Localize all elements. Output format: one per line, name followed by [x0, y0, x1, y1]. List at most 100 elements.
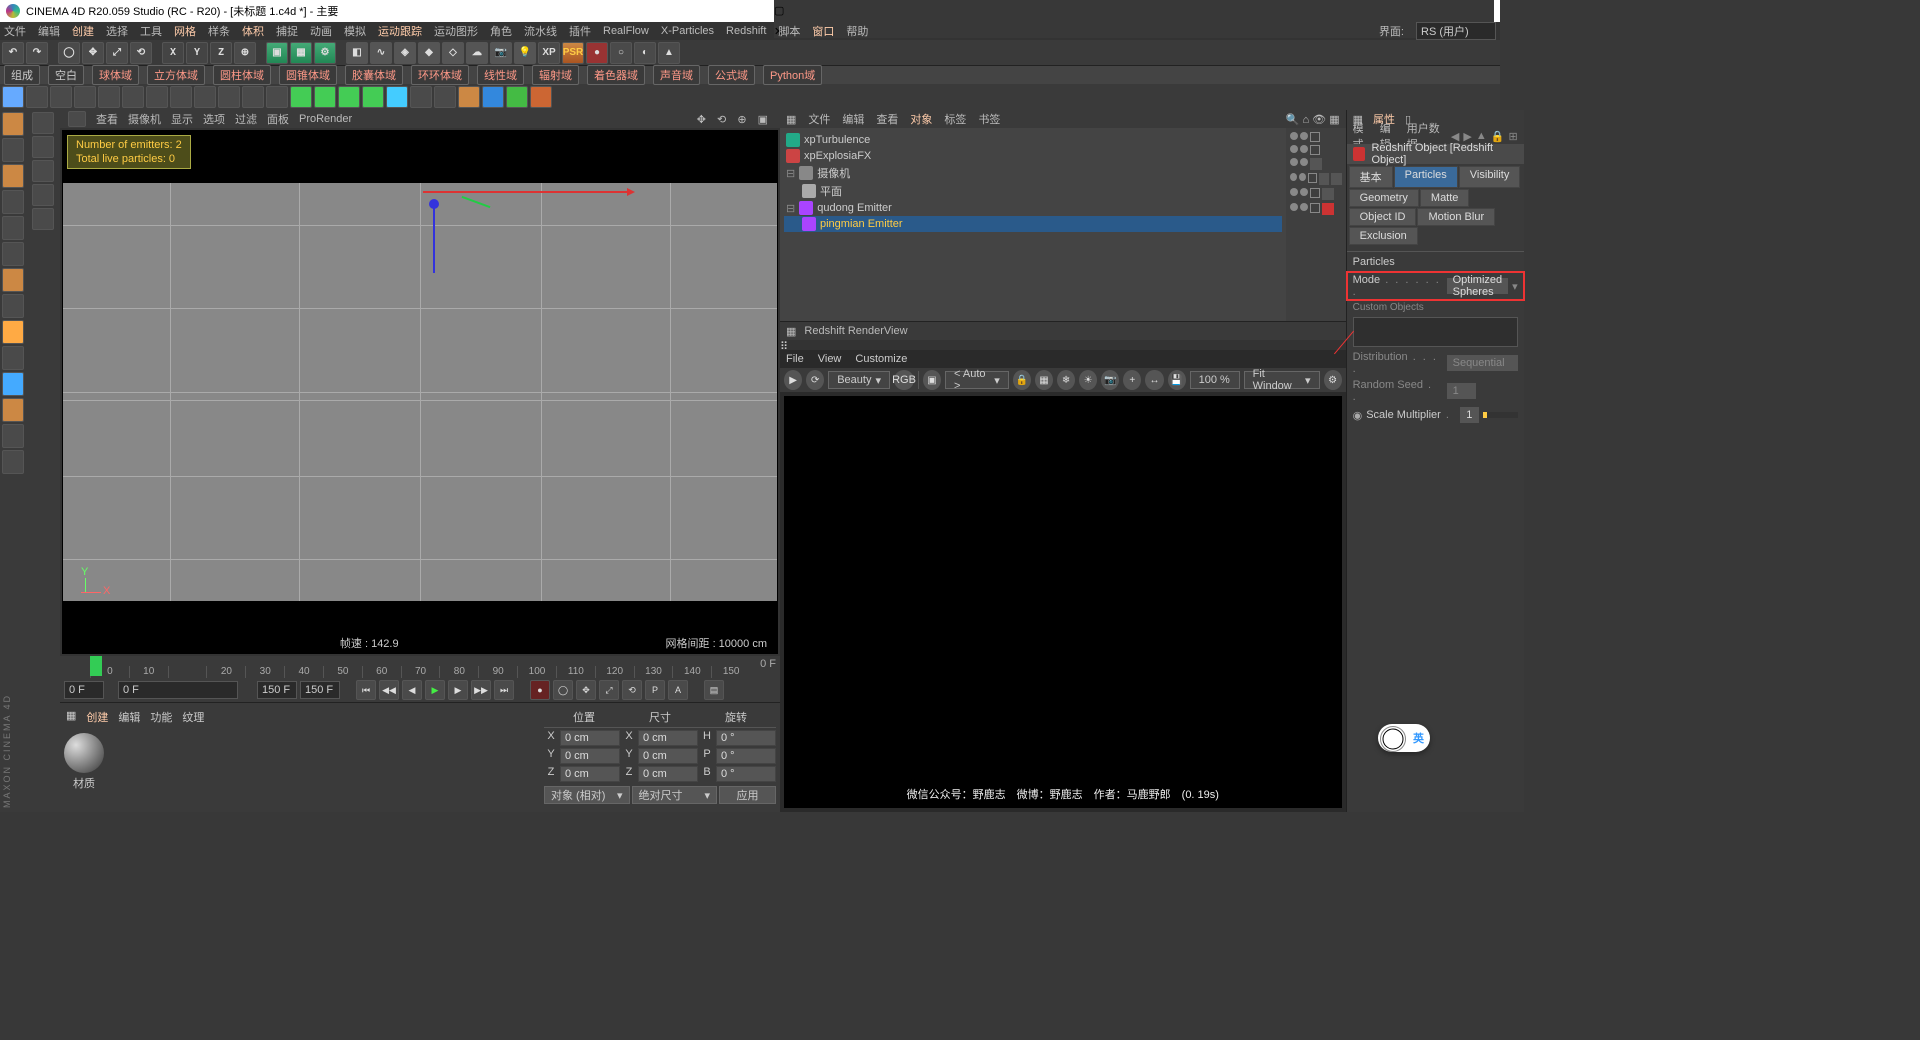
menu-edit[interactable]: 编辑 — [38, 23, 60, 39]
maximize-button[interactable]: ▢ — [774, 4, 1494, 17]
rv-view[interactable]: View — [818, 353, 842, 365]
menu-script[interactable]: 脚本 — [778, 23, 800, 39]
coord-system-icon[interactable]: ⊕ — [234, 42, 256, 64]
rv-customize[interactable]: Customize — [855, 353, 907, 365]
xp-mod7-icon[interactable] — [218, 86, 240, 108]
timeline-open-button[interactable]: ▤ — [704, 680, 724, 700]
menu-motiontrack[interactable]: 运动跟踪 — [378, 23, 422, 39]
xp-mod5-icon[interactable] — [170, 86, 192, 108]
psr-icon[interactable]: PSR — [562, 42, 584, 64]
field-capsule[interactable]: 胶囊体域 — [345, 65, 403, 85]
size-x-field[interactable]: 0 cm — [638, 730, 698, 746]
rv-save-icon[interactable]: 💾 — [1168, 370, 1186, 390]
object-mode-icon[interactable] — [2, 164, 24, 188]
workplane-icon[interactable] — [2, 346, 24, 370]
xp-mod6-icon[interactable] — [194, 86, 216, 108]
poly-mode-icon[interactable] — [2, 242, 24, 266]
deformer-icon[interactable]: ◇ — [442, 42, 464, 64]
xp-cache-icon[interactable] — [530, 86, 552, 108]
field-formula[interactable]: 公式域 — [708, 65, 755, 85]
mat-edit[interactable]: 编辑 — [118, 709, 140, 725]
timeline[interactable]: 010 2030 4050 6070 8090 100110 120130 14… — [60, 656, 780, 678]
rot-h-field[interactable]: 0 ° — [716, 730, 776, 746]
attr-up-icon[interactable]: ▲ — [1476, 130, 1487, 143]
menu-mesh[interactable]: 网格 — [174, 23, 196, 39]
viewport[interactable]: Number of emitters: 2 Total live particl… — [62, 130, 778, 654]
mat-func[interactable]: 功能 — [150, 709, 172, 725]
environment-icon[interactable]: ☁ — [466, 42, 488, 64]
timeline-playhead-icon[interactable] — [90, 656, 102, 676]
sel-extra-icon[interactable] — [32, 208, 54, 230]
tab-geometry[interactable]: Geometry — [1349, 189, 1419, 207]
field-python[interactable]: Python域 — [763, 65, 822, 85]
prev-frame-button[interactable]: ◀ — [402, 680, 422, 700]
xp-gen-icon[interactable] — [50, 86, 72, 108]
mat-create[interactable]: 创建 — [86, 709, 108, 725]
menu-realflow[interactable]: RealFlow — [603, 25, 649, 37]
om-item-turbulence[interactable]: xpTurbulence — [784, 132, 1282, 148]
currentframe-field[interactable]: 0 F — [118, 681, 238, 699]
rv-zoom-field[interactable]: 100 % — [1190, 371, 1240, 389]
tab-particles[interactable]: Particles — [1394, 166, 1458, 188]
rs-object-tag-icon[interactable] — [1322, 203, 1334, 215]
field-cylinder[interactable]: 圆柱体域 — [213, 65, 271, 85]
sel-move-icon[interactable] — [32, 112, 54, 134]
xp-qr-icon[interactable] — [506, 86, 528, 108]
xp-mod4-icon[interactable] — [146, 86, 168, 108]
vp-prorender[interactable]: ProRender — [299, 113, 352, 125]
xp-action2-icon[interactable] — [434, 86, 456, 108]
lock-icon[interactable] — [2, 424, 24, 448]
om-view[interactable]: 查看 — [876, 111, 898, 127]
rv-add-icon[interactable]: + — [1123, 370, 1141, 390]
modeling-icon[interactable] — [2, 398, 24, 422]
vp-nav-icons[interactable]: ✥ ⟲ ⊕ ▣ — [697, 113, 772, 126]
om-item-pingmian[interactable]: pingmian Emitter — [784, 216, 1282, 232]
axis-z-icon[interactable]: Z — [210, 42, 232, 64]
renderregion-button[interactable]: ▦ — [290, 42, 312, 64]
attr-back-icon[interactable]: ◀ — [1451, 130, 1459, 143]
x-axis-gizmo-icon[interactable] — [423, 191, 633, 193]
rot-p-field[interactable]: 0 ° — [716, 748, 776, 764]
menu-window[interactable]: 窗口 — [812, 23, 834, 39]
menu-help[interactable]: 帮助 — [846, 23, 868, 39]
tweak-mode-icon[interactable] — [2, 294, 24, 318]
nurbs-icon[interactable]: ◈ — [394, 42, 416, 64]
texture-mode-icon[interactable] — [2, 138, 24, 162]
z-axis-gizmo-icon[interactable] — [462, 196, 491, 208]
render-button[interactable]: ▣ — [266, 42, 288, 64]
redshift-icon[interactable]: ● — [586, 42, 608, 64]
rs-light-icon[interactable]: ○ — [610, 42, 632, 64]
tab-basic[interactable]: 基本 — [1349, 166, 1393, 188]
rv-refresh-button[interactable]: ⟳ — [806, 370, 824, 390]
field-combine[interactable]: 组成 — [4, 65, 40, 85]
vp-filter[interactable]: 过滤 — [235, 111, 257, 127]
play-button[interactable]: ▶ — [425, 680, 445, 700]
edge-mode-icon[interactable] — [2, 216, 24, 240]
attr-new-icon[interactable]: ⊞ — [1508, 130, 1517, 143]
xp-mod9-icon[interactable] — [266, 86, 288, 108]
move-tool-icon[interactable]: ✥ — [82, 42, 104, 64]
field-torus[interactable]: 环环体域 — [411, 65, 469, 85]
xp-dyn2-icon[interactable] — [314, 86, 336, 108]
menu-file[interactable]: 文件 — [4, 23, 26, 39]
go-end-button[interactable]: ⏭ — [494, 680, 514, 700]
menu-create[interactable]: 创建 — [72, 23, 94, 39]
attr-fwd-icon[interactable]: ▶ — [1463, 130, 1471, 143]
rv-crop-icon[interactable]: ▣ — [923, 370, 941, 390]
vp-camera[interactable]: 摄像机 — [128, 111, 161, 127]
coord-apply-button[interactable]: 应用 — [719, 786, 776, 804]
model-mode-icon[interactable] — [2, 112, 24, 136]
xp-dyn1-icon[interactable] — [290, 86, 312, 108]
l-tool-icon[interactable] — [2, 320, 24, 344]
enable-toggle[interactable] — [1310, 145, 1320, 155]
field-cube[interactable]: 立方体域 — [147, 65, 205, 85]
xp-mod1-icon[interactable] — [74, 86, 96, 108]
rv-file[interactable]: File — [786, 353, 804, 365]
menu-plugins[interactable]: 插件 — [569, 23, 591, 39]
tab-matte[interactable]: Matte — [1420, 189, 1470, 207]
sel-rotate-icon[interactable] — [32, 184, 54, 206]
rv-compare-icon[interactable]: ↔ — [1145, 370, 1163, 390]
xp-mod2-icon[interactable] — [98, 86, 120, 108]
xp-mod8-icon[interactable] — [242, 86, 264, 108]
menu-xparticles[interactable]: X-Particles — [661, 25, 714, 37]
